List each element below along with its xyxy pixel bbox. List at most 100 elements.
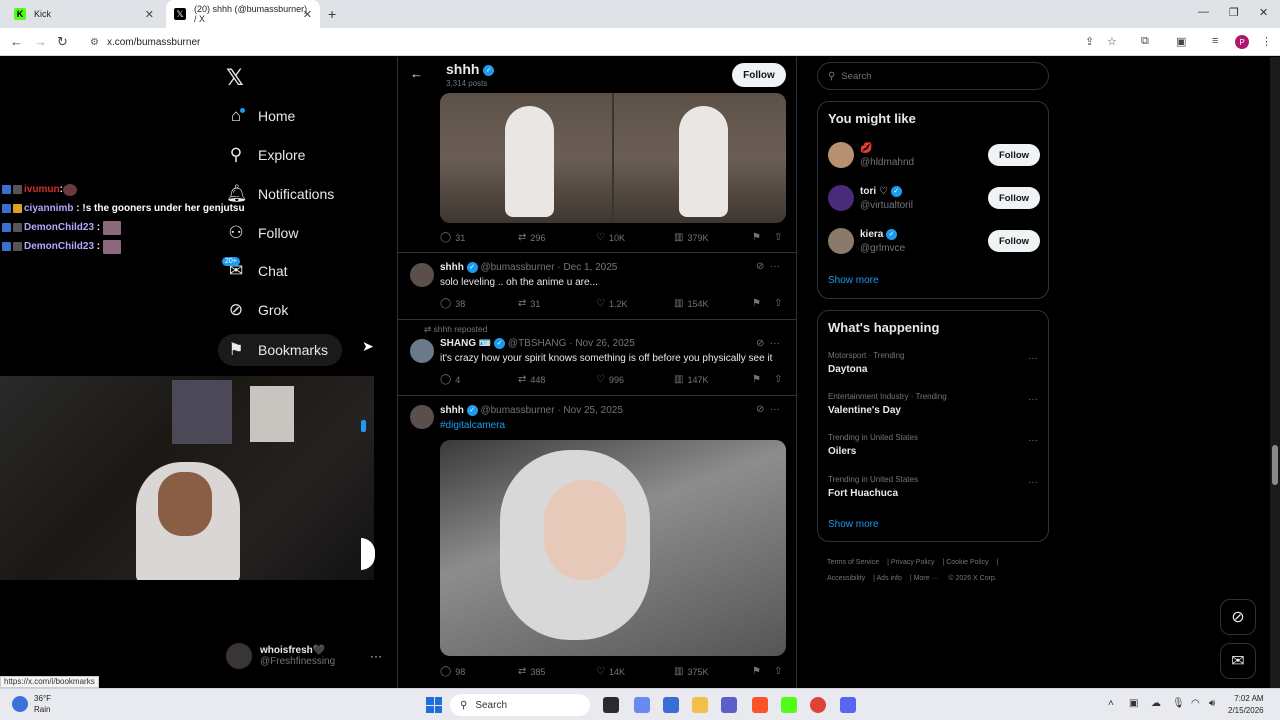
views-button[interactable]: ▥ 147K xyxy=(674,374,752,385)
store-icon[interactable] xyxy=(663,697,679,713)
weather-widget[interactable]: 36°F Rain xyxy=(12,693,51,715)
bookmark-post-icon[interactable]: ⚑ xyxy=(752,298,761,309)
copilot-icon[interactable] xyxy=(634,697,650,713)
follow-button[interactable]: Follow xyxy=(732,63,786,87)
bookmark-star-icon[interactable]: ☆ xyxy=(1107,35,1117,48)
menu-icon[interactable]: ⋮ xyxy=(1261,35,1272,48)
clock[interactable]: 7:02 AM 2/15/2026 xyxy=(1228,693,1264,717)
share-icon[interactable]: ⇧ xyxy=(774,298,782,309)
more-icon[interactable]: ··· xyxy=(370,649,382,663)
repost-button[interactable]: ⇄ 448 xyxy=(518,374,596,385)
show-more-link[interactable]: Show more xyxy=(828,275,879,286)
avatar[interactable] xyxy=(410,339,434,363)
restore-icon[interactable]: ❐ xyxy=(1229,6,1239,19)
search-input[interactable]: ⚲ Search xyxy=(817,62,1049,90)
kick-app-icon[interactable] xyxy=(781,697,797,713)
volume-icon[interactable]: 🔊︎ xyxy=(1209,698,1215,709)
follow-button[interactable]: Follow xyxy=(988,187,1040,209)
bookmark-post-icon[interactable]: ⚑ xyxy=(752,232,761,243)
suggested-user[interactable]: tori ♡ ✓ @virtualtoril Follow xyxy=(828,185,1040,215)
hashtag-link[interactable]: #digitalcamera xyxy=(440,420,505,431)
nav-home[interactable]: ⌂ Home xyxy=(226,101,296,131)
task-view-icon[interactable] xyxy=(603,697,619,713)
nav-chat[interactable]: ✉ 20+ Chat xyxy=(222,256,288,286)
page-scrollbar[interactable] xyxy=(1270,57,1280,688)
nav-explore[interactable]: ⚲ Explore xyxy=(226,140,306,170)
reply-button[interactable]: ◯ 98 xyxy=(440,666,518,677)
microphone-icon[interactable]: 🎙︎ xyxy=(1172,698,1185,709)
reply-button[interactable]: ◯ 38 xyxy=(440,298,518,309)
reply-button[interactable]: ◯ 31 xyxy=(440,232,518,243)
forward-icon[interactable]: → xyxy=(34,34,47,49)
footer-link[interactable]: Privacy Policy xyxy=(891,559,935,566)
suggested-user[interactable]: kiera ✓ @grlmvce Follow xyxy=(828,228,1040,258)
teams-icon[interactable] xyxy=(721,697,737,713)
views-button[interactable]: ▥ 379K xyxy=(674,232,752,243)
grok-float-button[interactable]: ⊘ xyxy=(1220,599,1256,635)
views-button[interactable]: ▥ 154K xyxy=(674,298,752,309)
scrollbar-thumb[interactable] xyxy=(1272,445,1278,485)
chrome-icon[interactable] xyxy=(810,697,826,713)
discord-icon[interactable] xyxy=(840,697,856,713)
reply-button[interactable]: ◯ 4 xyxy=(440,374,518,385)
grok-post-icon[interactable]: ⊘ ··· xyxy=(756,404,780,415)
grok-post-icon[interactable]: ⊘ ··· xyxy=(756,338,780,349)
more-icon[interactable]: ··· xyxy=(1028,394,1038,405)
back-arrow-icon[interactable]: ← xyxy=(410,66,423,81)
tray-app-icon[interactable]: ▣ xyxy=(1129,698,1138,709)
file-explorer-icon[interactable] xyxy=(692,697,708,713)
trend-item[interactable]: Motorsport · Trending Daytona ··· xyxy=(828,351,1040,375)
taskbar-search[interactable]: ⚲ Search xyxy=(450,694,590,716)
more-icon[interactable]: ··· xyxy=(1028,353,1038,364)
post-image[interactable] xyxy=(440,440,786,656)
minimize-icon[interactable]: — xyxy=(1198,6,1209,18)
tab-kick[interactable]: K Kick ✕ xyxy=(6,0,162,28)
repost-button[interactable]: ⇄ 385 xyxy=(518,666,596,677)
footer-link[interactable]: More ··· xyxy=(914,575,939,582)
close-window-icon[interactable]: ✕ xyxy=(1259,6,1268,19)
tray-overflow-icon[interactable]: ˄ xyxy=(1108,698,1114,709)
post-image[interactable] xyxy=(614,93,786,223)
start-button[interactable] xyxy=(426,697,442,713)
install-app-icon[interactable]: ⇪ xyxy=(1085,35,1094,48)
share-icon[interactable]: ⇧ xyxy=(774,666,782,677)
share-icon[interactable]: ⇧ xyxy=(774,374,782,385)
trend-item[interactable]: Trending in United States Fort Huachuca … xyxy=(828,475,1040,499)
brave-icon[interactable] xyxy=(752,697,768,713)
grok-post-icon[interactable]: ⊘ ··· xyxy=(756,261,780,272)
post-image[interactable] xyxy=(440,93,612,223)
views-button[interactable]: ▥ 375K xyxy=(674,666,752,677)
new-tab-icon[interactable]: + xyxy=(328,6,336,22)
media-controls-icon[interactable]: ≡ xyxy=(1212,35,1218,47)
reload-icon[interactable]: ↻ xyxy=(57,34,68,50)
x-logo-icon[interactable]: 𝕏 xyxy=(226,65,244,91)
avatar[interactable] xyxy=(828,228,854,254)
nav-bookmarks[interactable]: ⚑ Bookmarks xyxy=(218,334,343,366)
trend-item[interactable]: Entertainment Industry · Trending Valent… xyxy=(828,392,1040,416)
share-icon[interactable]: ⇧ xyxy=(774,232,782,243)
network-icon[interactable]: ☁ xyxy=(1151,698,1161,709)
suggested-user[interactable]: 💋 @hldmahnd Follow xyxy=(828,142,1040,172)
close-tab-icon[interactable]: ✕ xyxy=(303,8,312,21)
back-icon[interactable]: ← xyxy=(10,34,23,49)
footer-link[interactable]: Accessibility xyxy=(827,575,865,582)
follow-button[interactable]: Follow xyxy=(988,144,1040,166)
more-icon[interactable]: ··· xyxy=(1028,477,1038,488)
like-button[interactable]: ♡ 14K xyxy=(596,666,674,677)
close-tab-icon[interactable]: ✕ xyxy=(145,8,154,21)
repost-button[interactable]: ⇄ 31 xyxy=(518,298,596,309)
show-more-link[interactable]: Show more xyxy=(828,519,879,530)
avatar[interactable] xyxy=(828,185,854,211)
address-bar[interactable]: ⚙ x.com/bumassburner xyxy=(80,31,1140,53)
bookmark-post-icon[interactable]: ⚑ xyxy=(752,666,761,677)
profile-avatar-icon[interactable]: P xyxy=(1235,35,1249,49)
account-switcher[interactable]: whoisfresh🖤 @Freshfinessing ··· xyxy=(226,643,382,669)
wifi-icon[interactable]: ◠ xyxy=(1191,698,1200,709)
like-button[interactable]: ♡ 996 xyxy=(596,374,674,385)
tab-x-profile[interactable]: 𝕏 (20) shhh (@bumassburner) / X ✕ xyxy=(166,0,320,28)
split-view-icon[interactable]: ▣ xyxy=(1176,35,1186,48)
bookmark-post-icon[interactable]: ⚑ xyxy=(752,374,761,385)
post-media-images[interactable] xyxy=(440,93,786,223)
like-button[interactable]: ♡ 10K xyxy=(596,232,674,243)
follow-button[interactable]: Follow xyxy=(988,230,1040,252)
